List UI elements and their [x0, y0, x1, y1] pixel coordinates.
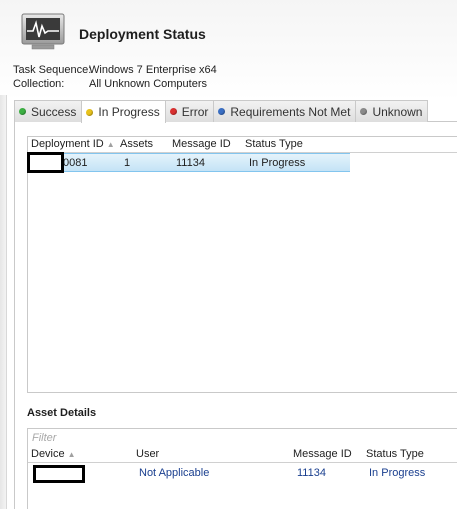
column-header-message-id[interactable]: Message ID — [172, 138, 231, 150]
message-id-cell: 11134 — [297, 467, 326, 479]
deployment-id-cell: 0081 — [63, 157, 88, 169]
left-panel-edge — [0, 95, 7, 509]
table-row[interactable]: Not Applicable 11134 In Progress — [28, 464, 457, 482]
column-header-user[interactable]: User — [136, 448, 159, 460]
red-status-icon — [169, 108, 177, 115]
tab-success[interactable]: Success — [14, 100, 83, 122]
tab-label: Error — [181, 104, 209, 119]
column-header-status-type[interactable]: Status Type — [245, 138, 303, 150]
header-background — [0, 0, 457, 100]
tab-error[interactable]: Error — [164, 100, 215, 122]
task-sequence-label: Task Sequence: — [13, 64, 92, 76]
table-row[interactable]: 0081 1 11134 In Progress — [28, 153, 350, 172]
column-header-status-type[interactable]: Status Type — [366, 448, 424, 460]
redaction-box — [33, 465, 85, 483]
column-header-label: Deployment ID — [31, 138, 104, 150]
column-header-device[interactable]: Device ▲ — [31, 448, 76, 460]
tab-label: Requirements Not Met — [230, 104, 351, 119]
tab-in-progress[interactable]: In Progress — [81, 100, 166, 123]
deployments-grid-header: Deployment ID ▲ Assets Message ID Status … — [28, 137, 457, 153]
column-header-message-id[interactable]: Message ID — [293, 448, 352, 460]
message-id-cell: 11134 — [176, 157, 205, 169]
gray-status-icon — [360, 108, 368, 115]
page-title: Deployment Status — [79, 26, 206, 42]
collection-label: Collection: — [13, 78, 65, 90]
tab-unknown[interactable]: Unknown — [355, 100, 429, 122]
tab-label: In Progress — [98, 105, 160, 119]
task-sequence-value: Windows 7 Enterprise x64 — [89, 64, 217, 76]
status-tabs: Success In Progress Error Requirements N… — [14, 100, 429, 123]
column-header-label: Device — [31, 448, 65, 460]
tab-label: Success — [31, 104, 77, 119]
deployments-grid[interactable]: Deployment ID ▲ Assets Message ID Status … — [27, 136, 457, 393]
column-header-assets[interactable]: Assets — [120, 138, 153, 150]
blue-status-icon — [218, 108, 226, 115]
user-cell: Not Applicable — [139, 467, 210, 479]
filter-input[interactable]: Filter — [32, 432, 56, 444]
asset-details-grid[interactable]: Filter Device ▲ User Message ID Status Ty… — [27, 428, 457, 509]
asset-details-title: Asset Details — [27, 407, 97, 419]
monitor-heartbeat-icon — [21, 13, 65, 50]
status-type-cell: In Progress — [249, 157, 306, 169]
collection-value: All Unknown Computers — [89, 78, 207, 90]
tab-label: Unknown — [372, 104, 423, 119]
yellow-status-icon — [86, 108, 94, 116]
redaction-box — [27, 152, 64, 173]
assets-cell: 1 — [124, 157, 131, 169]
sort-ascending-icon: ▲ — [67, 450, 76, 459]
status-type-cell: In Progress — [369, 467, 426, 479]
green-status-icon — [19, 108, 26, 115]
column-header-deployment-id[interactable]: Deployment ID ▲ — [31, 138, 115, 150]
asset-details-grid-header: Device ▲ User Message ID Status Type — [28, 447, 457, 463]
tab-requirements-not-met[interactable]: Requirements Not Met — [213, 100, 357, 122]
sort-ascending-icon: ▲ — [106, 140, 115, 149]
